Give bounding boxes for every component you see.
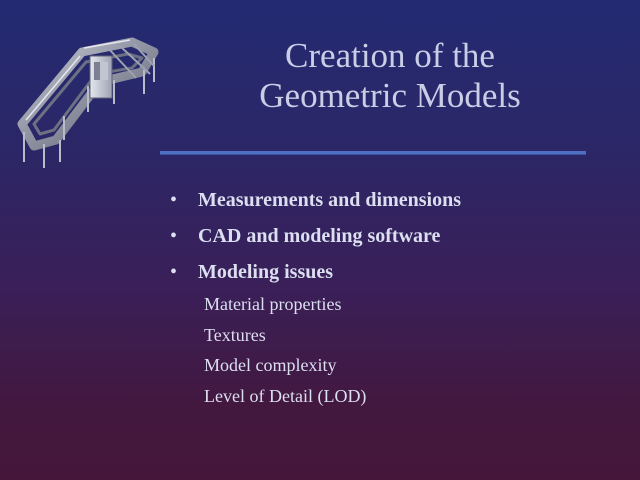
sub-item: Model complexity	[204, 355, 337, 375]
bullet-text: Measurements and dimensions	[198, 189, 461, 211]
sub-item-list: Material properties Textures Model compl…	[204, 289, 366, 411]
slide-title-line-2: Geometric Models	[259, 76, 521, 115]
title-divider	[160, 151, 586, 155]
slide: Creation of the Geometric Models • Measu…	[0, 0, 640, 480]
bullet-marker: •	[170, 261, 178, 283]
bullet-marker: •	[170, 189, 178, 211]
bullet-item: • Modeling issues	[168, 254, 461, 290]
bullet-list: • Measurements and dimensions • CAD and …	[168, 182, 461, 290]
bullet-text: CAD and modeling software	[198, 225, 441, 247]
sub-item: Level of Detail (LOD)	[204, 385, 367, 406]
sub-item: Material properties	[204, 294, 342, 314]
bullet-item: • CAD and modeling software	[168, 218, 461, 254]
bullet-marker: •	[170, 225, 178, 247]
slide-title: Creation of the Geometric Models	[200, 36, 580, 116]
bullet-text: Modeling issues	[198, 261, 334, 283]
slide-title-line-1: Creation of the	[285, 36, 495, 75]
sub-item: Textures	[204, 324, 266, 345]
bullet-item: • Measurements and dimensions	[168, 182, 461, 218]
geometric-model-illustration	[17, 37, 159, 168]
